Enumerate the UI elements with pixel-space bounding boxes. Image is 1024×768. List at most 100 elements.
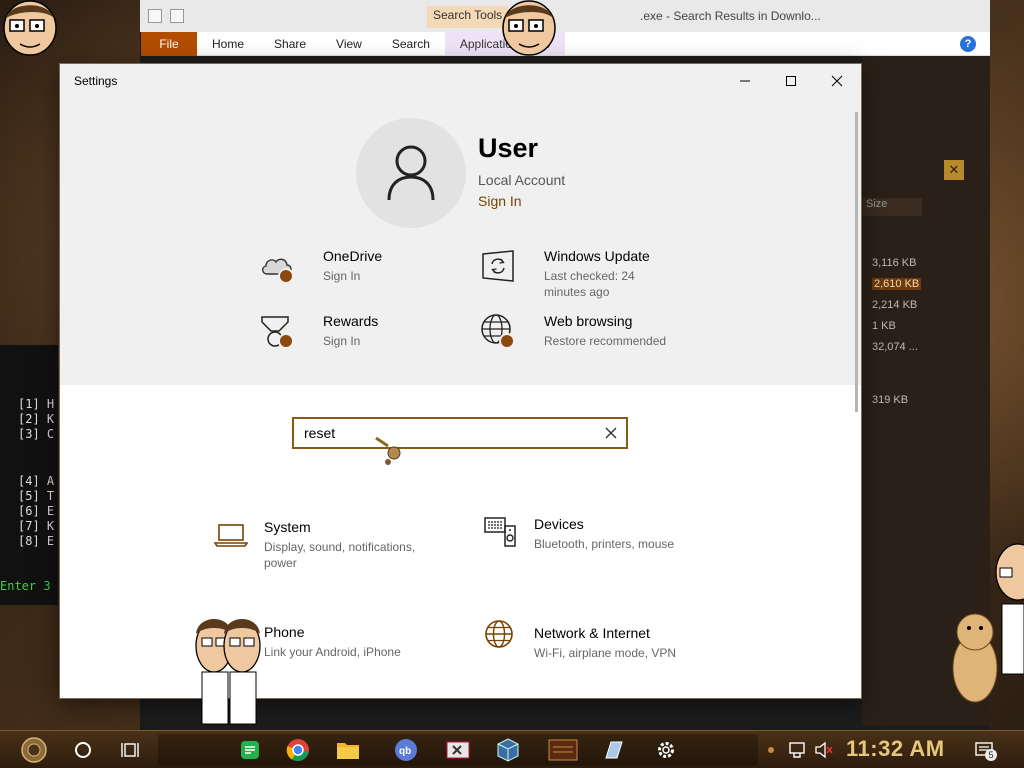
close-icon[interactable]: ✕ <box>944 160 964 180</box>
explorer-title: .exe - Search Results in Downlo... <box>640 9 821 23</box>
gear-icon <box>658 742 674 758</box>
file-size: 32,074 ... <box>872 341 918 353</box>
minimize-button[interactable] <box>722 64 768 98</box>
file-size: 1 KB <box>872 320 896 332</box>
category-system[interactable]: System Display, sound, notifications, po… <box>214 519 434 570</box>
devices-icon <box>484 517 516 547</box>
cursor-icon <box>375 436 401 465</box>
scrollbar[interactable] <box>855 112 858 412</box>
console-line: [1] H <box>18 397 55 411</box>
account-type: Local Account <box>478 172 566 188</box>
windows-update-label: Windows Update <box>544 248 650 264</box>
settings-search-box[interactable] <box>292 417 628 449</box>
console-line: [3] C <box>18 427 55 441</box>
cartoon-face-icon <box>995 543 1024 675</box>
taskbar-app-notes[interactable] <box>236 736 264 764</box>
cartoon-face-icon <box>502 0 556 56</box>
explorer-ribbon: File Home Share View Search Application … <box>141 32 990 56</box>
clear-search-icon[interactable] <box>604 426 618 440</box>
task-view-button[interactable] <box>116 736 144 764</box>
rewards-badge <box>278 333 294 349</box>
file-size-selected: 2,610 KB <box>872 278 922 290</box>
avatar[interactable] <box>356 118 466 228</box>
speaker-muted-icon <box>815 741 833 759</box>
taskbar-app-chrome[interactable] <box>284 736 312 764</box>
taskbar-app-virtualbox[interactable] <box>494 736 522 764</box>
category-network-internet[interactable]: Network & Internet Wi-Fi, airplane mode,… <box>484 619 714 660</box>
minimize-icon <box>740 80 750 82</box>
volume-tray-button[interactable] <box>810 736 838 764</box>
notes-app-icon <box>241 741 259 759</box>
folder-icon[interactable] <box>170 9 184 23</box>
start-button[interactable] <box>12 736 56 764</box>
taskbar-app-explorer[interactable] <box>334 736 362 764</box>
app-tool-icon <box>446 741 470 759</box>
web-browsing-tile[interactable]: Web browsing Restore recommended <box>480 313 690 365</box>
web-browsing-badge <box>499 333 515 349</box>
taskbar-app-pen[interactable] <box>600 736 628 764</box>
close-button[interactable] <box>814 64 860 98</box>
onedrive-tile[interactable]: OneDrive Sign In <box>259 248 459 288</box>
cartoon-characters-icon <box>195 619 261 725</box>
web-browsing-status: Restore recommended <box>544 334 667 348</box>
console-line: [8] E <box>18 534 55 548</box>
svg-text:qb: qb <box>399 746 411 757</box>
network-label: Network & Internet <box>534 625 650 641</box>
console-line: [2] K <box>18 412 55 426</box>
taskbar-settings[interactable] <box>652 736 680 764</box>
globe-icon <box>485 620 513 648</box>
network-tray-button[interactable] <box>784 736 812 764</box>
console-line: [5] T <box>18 489 55 503</box>
virtualbox-icon <box>497 738 519 762</box>
cartoon-face-icon <box>3 0 57 56</box>
file-size: 319 KB <box>872 394 909 406</box>
taskbar-app-qbittorrent[interactable]: qb <box>392 736 420 764</box>
ribbon-search-tab[interactable]: Search <box>377 32 445 55</box>
qbittorrent-icon: qb <box>395 739 417 761</box>
window-title: Settings <box>74 74 118 88</box>
console-line: [7] K <box>18 519 55 533</box>
rewards-tile[interactable]: Rewards Sign In <box>259 313 459 353</box>
taskbar-app-game[interactable] <box>546 736 580 764</box>
task-view-icon <box>121 743 139 757</box>
category-devices[interactable]: Devices Bluetooth, printers, mouse <box>484 516 714 556</box>
search-input[interactable] <box>304 424 594 442</box>
devices-label: Devices <box>534 516 584 532</box>
system-clock[interactable]: 11:32 AM <box>846 736 945 762</box>
close-icon <box>831 75 843 87</box>
windows-update-tile[interactable]: Windows Update Last checked: 24 minutes … <box>480 248 690 300</box>
sign-in-link[interactable]: Sign In <box>478 193 522 209</box>
onedrive-status: Sign In <box>323 269 361 283</box>
file-size: 2,214 KB <box>872 299 918 311</box>
ribbon-view-tab[interactable]: View <box>321 32 377 55</box>
chevron-up-icon <box>768 747 774 753</box>
user-icon <box>387 145 435 201</box>
laptop-icon <box>214 524 248 547</box>
game-app-icon <box>548 739 578 761</box>
help-icon[interactable]: ? <box>960 36 976 52</box>
file-size: 3,116 KB <box>872 257 917 269</box>
ribbon-file-tab[interactable]: File <box>141 32 197 56</box>
network-description: Wi-Fi, airplane mode, VPN <box>534 646 677 660</box>
phone-description: Link your Android, iPhone <box>264 645 401 659</box>
ribbon-share-tab[interactable]: Share <box>259 32 321 55</box>
devices-description: Bluetooth, printers, mouse <box>534 537 675 551</box>
system-label: System <box>264 519 311 535</box>
background-console: [1] H [2] K [3] C [4] A [5] T [6] E [7] … <box>0 345 58 605</box>
ribbon-home-tab[interactable]: Home <box>197 32 259 55</box>
taskbar: qb 11:32 AM 5 <box>0 730 1024 768</box>
quick-access-icon[interactable] <box>148 9 162 23</box>
account-header: User Local Account Sign In OneDrive Sign… <box>60 98 861 385</box>
cortana-icon <box>75 742 91 758</box>
size-column-header[interactable]: Size <box>862 198 922 216</box>
taskbar-app-tool[interactable] <box>444 736 472 764</box>
maximize-button[interactable] <box>768 64 814 98</box>
console-line: [4] A <box>18 474 55 488</box>
notification-count-badge: 5 <box>985 749 997 761</box>
user-name: User <box>478 133 539 163</box>
windows-update-status: Last checked: 24 minutes ago <box>544 269 635 299</box>
show-hidden-icons[interactable] <box>764 736 778 764</box>
pen-app-icon <box>605 741 623 759</box>
console-prompt: Enter 3 <box>0 579 51 593</box>
search-button[interactable] <box>69 736 97 764</box>
